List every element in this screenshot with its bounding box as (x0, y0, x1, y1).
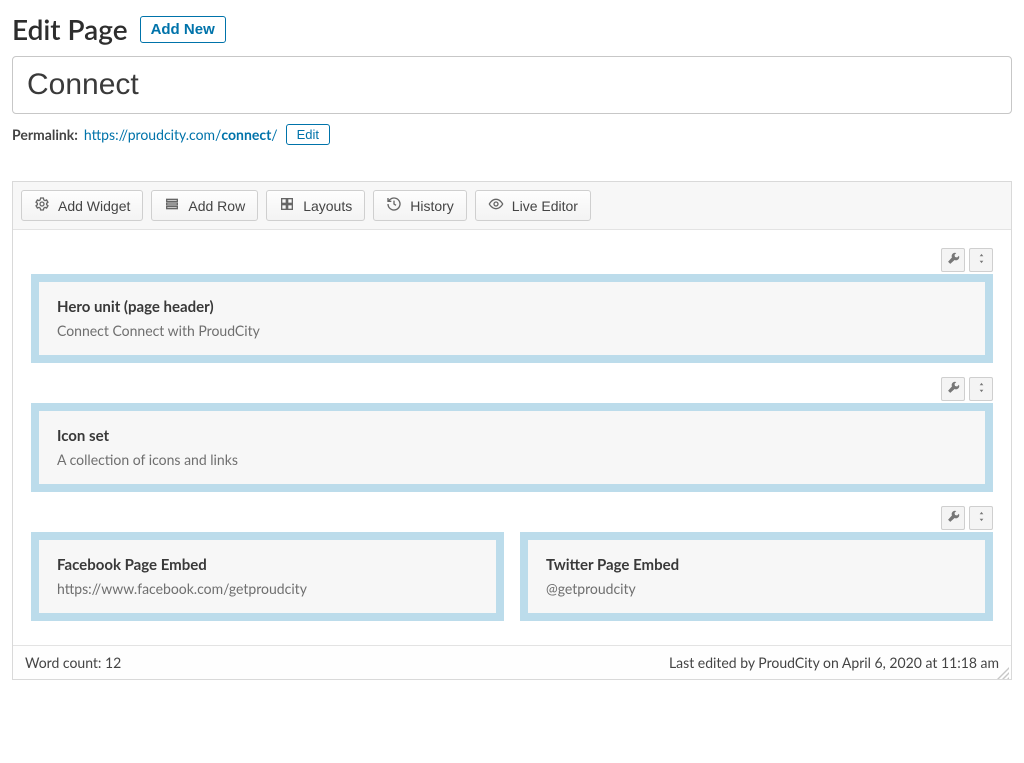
builder-toolbar: Add Widget Add Row Layouts (13, 182, 1011, 230)
widget-subtitle: https://www.facebook.com/getproudcity (57, 580, 478, 597)
wrench-icon (947, 252, 960, 268)
row-move-button[interactable] (969, 248, 993, 272)
widget-title: Hero unit (page header) (57, 298, 967, 316)
add-row-label: Add Row (188, 198, 245, 214)
widget-tile[interactable]: Facebook Page Embed https://www.facebook… (31, 532, 504, 621)
live-editor-label: Live Editor (512, 198, 578, 214)
history-label: History (410, 198, 454, 214)
widget-title: Facebook Page Embed (57, 556, 478, 574)
permalink-slug: connect (221, 126, 271, 143)
page-header: Edit Page Add New (12, 12, 1012, 46)
add-widget-button[interactable]: Add Widget (21, 190, 143, 221)
permalink-label: Permalink: (12, 126, 78, 143)
wrench-icon (947, 381, 960, 397)
grid-icon (279, 196, 295, 215)
word-count: Word count: 12 (25, 654, 121, 671)
page-title: Edit Page (12, 12, 128, 46)
widget-tile[interactable]: Hero unit (page header) Connect Connect … (31, 274, 993, 363)
widget-subtitle: Connect Connect with ProudCity (57, 322, 967, 339)
gear-icon (34, 196, 50, 215)
row-edit-button[interactable] (941, 506, 965, 530)
row-toolbar (31, 506, 993, 530)
widget-title: Icon set (57, 427, 967, 445)
live-editor-button[interactable]: Live Editor (475, 190, 591, 221)
row-move-button[interactable] (969, 506, 993, 530)
word-count-label: Word count: (25, 654, 105, 671)
row-edit-button[interactable] (941, 248, 965, 272)
permalink-edit-button[interactable]: Edit (286, 124, 330, 145)
rows-icon (164, 196, 180, 215)
widget-tile[interactable]: Icon set A collection of icons and links (31, 403, 993, 492)
row-toolbar (31, 377, 993, 401)
layouts-label: Layouts (303, 198, 352, 214)
builder-footer: Word count: 12 Last edited by ProudCity … (13, 645, 1011, 679)
add-new-button[interactable]: Add New (140, 16, 226, 43)
page-builder: Add Widget Add Row Layouts (12, 181, 1012, 680)
move-vertical-icon (976, 381, 987, 397)
layouts-button[interactable]: Layouts (266, 190, 365, 221)
row-move-button[interactable] (969, 377, 993, 401)
builder-row: Facebook Page Embed https://www.facebook… (31, 506, 993, 621)
eye-icon (488, 196, 504, 215)
permalink-row: Permalink: https://proudcity.com/connect… (12, 124, 1012, 145)
history-icon (386, 196, 402, 215)
widget-tile[interactable]: Twitter Page Embed @getproudcity (520, 532, 993, 621)
page-title-input[interactable] (12, 56, 1012, 114)
permalink-base: https://proudcity.com/ (84, 126, 222, 143)
row-toolbar (31, 248, 993, 272)
widget-title: Twitter Page Embed (546, 556, 967, 574)
builder-row: Icon set A collection of icons and links (31, 377, 993, 492)
add-widget-label: Add Widget (58, 198, 130, 214)
move-vertical-icon (976, 510, 987, 526)
widget-subtitle: A collection of icons and links (57, 451, 967, 468)
row-edit-button[interactable] (941, 377, 965, 401)
wrench-icon (947, 510, 960, 526)
add-row-button[interactable]: Add Row (151, 190, 258, 221)
word-count-value: 12 (105, 654, 121, 671)
permalink-link[interactable]: https://proudcity.com/connect/ (84, 126, 278, 143)
move-vertical-icon (976, 252, 987, 268)
last-edited-text: Last edited by ProudCity on April 6, 202… (669, 654, 999, 671)
widget-subtitle: @getproudcity (546, 580, 967, 597)
builder-row: Hero unit (page header) Connect Connect … (31, 248, 993, 363)
permalink-trail: / (271, 126, 277, 143)
history-button[interactable]: History (373, 190, 467, 221)
builder-canvas: Hero unit (page header) Connect Connect … (13, 230, 1011, 645)
